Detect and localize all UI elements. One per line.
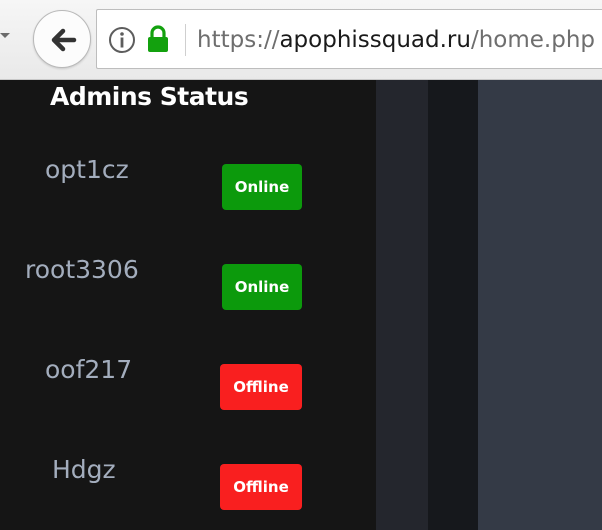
content-column-dark [428,80,478,530]
url-bar[interactable]: https://apophissquad.ru/home.php [96,9,602,69]
admins-status-panel: Admins Status opt1cz Online root3306 Onl… [0,80,376,530]
admin-name: root3306 [25,255,139,284]
content-area [478,80,602,530]
content-column-divider [376,80,428,530]
admin-name: opt1cz [45,155,129,184]
info-icon[interactable] [107,25,137,55]
url-separator [185,24,186,56]
browser-toolbar: https://apophissquad.ru/home.php [0,0,602,80]
url-host: apophissquad.ru [279,27,471,53]
admin-name: Hdgz [52,455,116,484]
url-path: /home.php [470,27,596,53]
admin-name: oof217 [45,355,133,384]
url-text[interactable]: https://apophissquad.ru/home.php [197,23,595,57]
panel-title: Admins Status [50,82,249,111]
status-badge: Online [222,264,302,310]
back-button[interactable] [33,10,91,68]
back-arrow-icon [51,28,77,52]
url-scheme: https:// [197,27,280,53]
page-content: Admins Status opt1cz Online root3306 Onl… [0,80,602,530]
dropdown-arrow-icon[interactable] [0,30,12,42]
lock-icon[interactable] [145,24,171,54]
status-badge: Offline [220,464,302,510]
status-badge: Offline [220,364,302,410]
status-badge: Online [222,164,302,210]
